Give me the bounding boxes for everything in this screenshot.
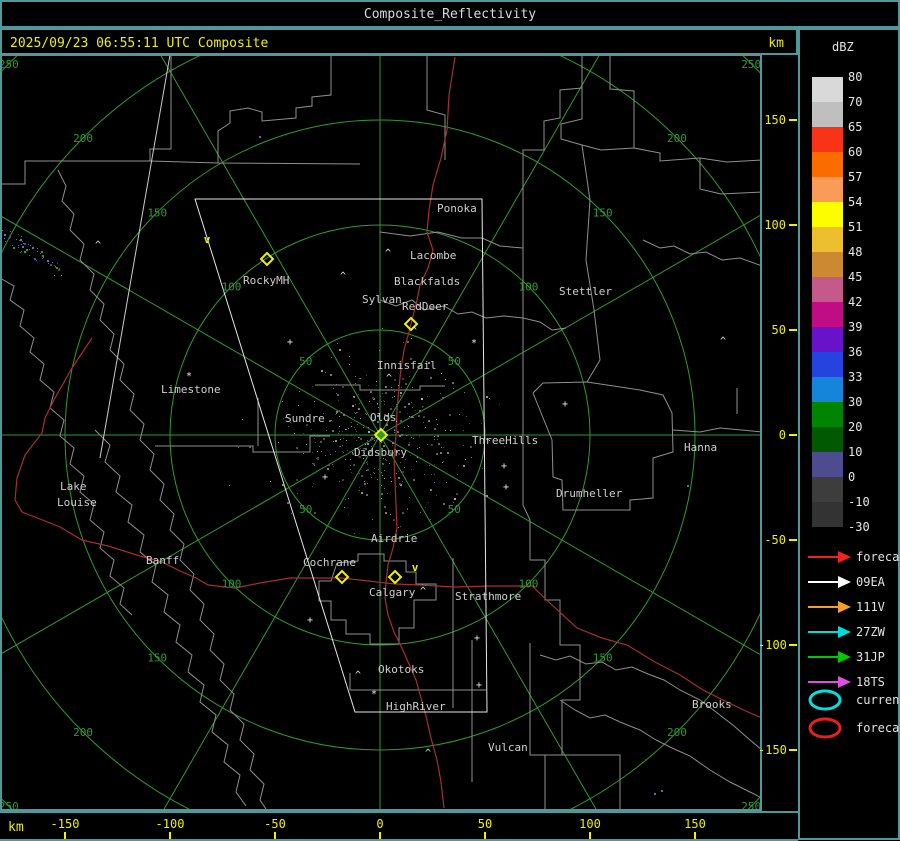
dbz-scale-block	[812, 127, 843, 152]
bottom-axis-tick	[169, 832, 171, 839]
dbz-scale-block	[812, 352, 843, 377]
legend-item: current	[806, 688, 900, 712]
bottom-axis-label: -100	[155, 817, 185, 831]
right-axis-label: 100	[764, 218, 786, 232]
map-frame	[0, 54, 762, 811]
dbz-scale-label: -10	[848, 495, 870, 509]
dbz-scale-block	[812, 377, 843, 402]
legend-item: 09EA	[806, 571, 885, 595]
legend-item: forecast	[806, 546, 900, 570]
dbz-scale-block	[812, 252, 843, 277]
legend-arrow-icon	[808, 600, 851, 613]
bottom-axis-tick	[484, 832, 486, 839]
legend-item: 31JP	[806, 646, 885, 670]
bottom-axis-label: 0	[376, 817, 384, 831]
right-axis-tick	[789, 539, 797, 541]
legend-panel: dBZ 80 70 65 60 57 54 51 48 45 42 39 36 33 30 20 10 0 -10…	[798, 28, 900, 840]
bottom-axis-label: 100	[579, 817, 601, 831]
window-title: Composite_Reflectivity	[363, 7, 537, 22]
legend-arrow-icon	[808, 625, 851, 638]
legend-arrow-icon	[808, 575, 851, 588]
bottom-axis-tick	[694, 832, 696, 839]
right-axis-label: 0	[778, 428, 786, 442]
dbz-scale-label: 54	[848, 195, 863, 209]
legend-item-label: 18TS	[856, 674, 885, 689]
dbz-scale-label: 70	[848, 95, 863, 109]
dbz-scale-block	[812, 177, 843, 202]
dbz-scale-block	[812, 502, 843, 527]
dbz-scale-label: 36	[848, 345, 863, 359]
bottom-axis-tick	[379, 832, 381, 839]
dbz-scale-block	[812, 102, 843, 127]
dbz-scale-label: 33	[848, 370, 863, 384]
right-axis-label: -100	[758, 638, 787, 652]
dbz-scale-block	[812, 77, 843, 102]
dbz-scale-label: 30	[848, 395, 863, 409]
title-bar: Composite_Reflectivity	[0, 0, 900, 28]
legend-ellipse-icon	[808, 717, 842, 739]
bottom-axis-label: 150	[684, 817, 706, 831]
right-axis-label: 150	[764, 113, 786, 127]
dbz-scale-label: 48	[848, 245, 863, 259]
dbz-scale-label: 80	[848, 70, 863, 84]
dbz-scale-label: 60	[848, 145, 863, 159]
legend-arrow-icon	[808, 650, 851, 663]
legend-item: forecast	[806, 716, 900, 740]
legend-arrow-icon	[808, 550, 851, 563]
bottom-axis-tick	[589, 832, 591, 839]
bottom-axis-label: 50	[477, 817, 493, 831]
dbz-scale-block	[812, 152, 843, 177]
bottom-axis-tick	[274, 832, 276, 839]
legend-item-label: 09EA	[856, 574, 885, 589]
legend-item-label: forecast	[856, 549, 900, 564]
dbz-scale-label: -30	[848, 520, 870, 534]
right-axis-label: -150	[758, 743, 787, 757]
legend-ellipse-icon	[808, 689, 842, 711]
bottom-axis-label: -150	[50, 817, 80, 831]
right-axis-label: -50	[764, 533, 786, 547]
legend-item: 27ZW	[806, 621, 885, 645]
dbz-scale-label: 39	[848, 320, 863, 334]
info-bar: 2025/09/23 06:55:11 UTC Composite km	[0, 28, 798, 55]
dbz-scale-label: 51	[848, 220, 863, 234]
right-axis-tick	[789, 329, 797, 331]
dbz-scale-block	[812, 402, 843, 427]
dbz-scale-block	[812, 227, 843, 252]
dbz-scale-label: 57	[848, 170, 863, 184]
legend-item-label: 27ZW	[856, 624, 885, 639]
timestamp: 2025/09/23 06:55:11 UTC Composite	[10, 36, 269, 51]
legend-item-label: current	[856, 693, 900, 707]
dbz-scale-label: 45	[848, 270, 863, 284]
right-axis-tick	[789, 749, 797, 751]
dbz-scale-block	[812, 427, 843, 452]
right-axis-tick	[789, 224, 797, 226]
legend-item: 111V	[806, 596, 885, 620]
bottom-axis-label: -50	[264, 817, 286, 831]
dbz-scale-block	[812, 477, 843, 502]
right-axis-tick	[789, 119, 797, 121]
right-axis-tick	[789, 644, 797, 646]
legend-item-label: 31JP	[856, 649, 885, 664]
dbz-scale-block	[812, 202, 843, 227]
dbz-scale-label: 20	[848, 420, 863, 434]
right-axis-tick	[789, 434, 797, 436]
bottom-axis-tick	[64, 832, 66, 839]
dbz-scale-block	[812, 327, 843, 352]
right-axis-label: 50	[771, 323, 786, 337]
radar-window: Composite_Reflectivity 2025/09/23 06:55:…	[0, 0, 900, 841]
bottom-axis: km -150 -100 -50 0 50 100 150	[0, 811, 798, 841]
dbz-scale-block	[812, 277, 843, 302]
dbz-scale-label: 65	[848, 120, 863, 134]
dbz-scale-label: 10	[848, 445, 863, 459]
dbz-scale-block	[812, 302, 843, 327]
bottom-axis-unit-label: km	[8, 820, 24, 835]
right-axis-unit-label: km	[768, 36, 784, 51]
dbz-scale-label: 42	[848, 295, 863, 309]
dbz-scale-label: 0	[848, 470, 856, 484]
legend-item-label: 111V	[856, 599, 885, 614]
scale-title: dBZ	[832, 40, 854, 54]
legend-item-label: forecast	[856, 721, 900, 735]
dbz-scale-block	[812, 452, 843, 477]
